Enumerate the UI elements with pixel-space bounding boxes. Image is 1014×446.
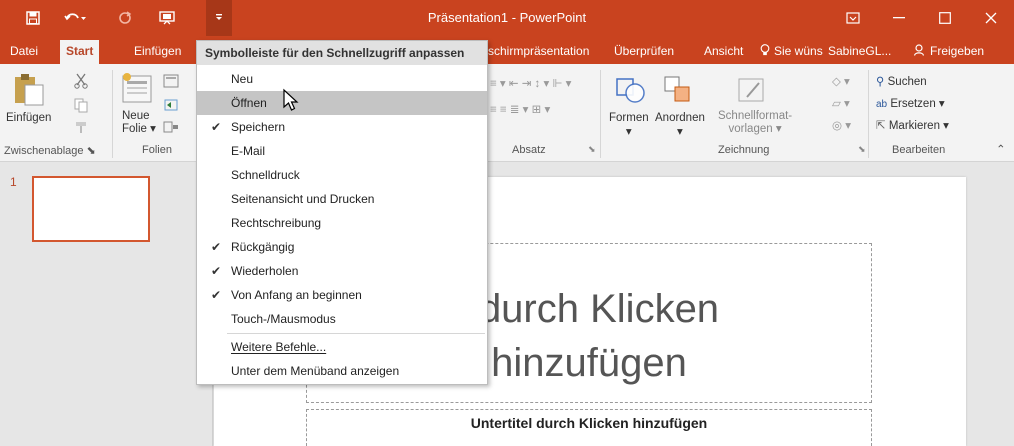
slide-thumbnail-number: 1 xyxy=(10,175,17,189)
paste-label[interactable]: Einfügen xyxy=(6,112,51,124)
maximize-icon[interactable] xyxy=(922,0,968,36)
ribbon-display-options-icon[interactable] xyxy=(830,0,876,36)
select-button[interactable]: ⇱ Markieren ▾ xyxy=(876,118,949,132)
group-separator xyxy=(868,70,869,158)
minimize-icon[interactable] xyxy=(876,0,922,36)
paragraph-row1-icons[interactable]: ≡ ▾ ⇤ ⇥ ↕ ▾ ⊩ ▾ xyxy=(490,76,571,90)
replace-button[interactable]: ab Ersetzen ▾ xyxy=(876,96,945,110)
shape-effects-icon[interactable]: ◎ ▾ xyxy=(832,118,851,132)
menu-item-more-commands[interactable]: Weitere Befehle... xyxy=(197,335,487,359)
menu-item-show-below-ribbon[interactable]: Unter dem Menüband anzeigen xyxy=(197,359,487,383)
menu-item-start-from-beginning[interactable]: ✔ Von Anfang an beginnen xyxy=(197,283,487,307)
tab-file[interactable]: Datei xyxy=(4,40,44,64)
format-painter-icon[interactable] xyxy=(72,118,90,136)
menu-item-redo[interactable]: ✔ Wiederholen xyxy=(197,259,487,283)
drawing-dialog-launcher[interactable]: ⬊ xyxy=(858,144,866,155)
tell-me-label: Sie wüns xyxy=(774,44,823,58)
group-editing-label: Bearbeiten xyxy=(892,144,946,156)
section-icon[interactable] xyxy=(162,118,180,136)
paragraph-dialog-launcher[interactable]: ⬊ xyxy=(588,144,596,155)
search-icon: ⚲ xyxy=(876,76,885,88)
tab-view[interactable]: Ansicht xyxy=(698,40,749,64)
menu-item-print-preview[interactable]: Seitenansicht und Drucken xyxy=(197,187,487,211)
group-separator xyxy=(112,70,113,158)
tab-insert[interactable]: Einfügen xyxy=(128,40,187,64)
replace-icon: ab xyxy=(876,99,888,110)
menu-item-quick-print[interactable]: Schnelldruck xyxy=(197,163,487,187)
cut-icon[interactable] xyxy=(72,72,90,90)
arrange-label[interactable]: Anordnen ▾ xyxy=(655,112,705,138)
undo-icon[interactable] xyxy=(64,8,86,28)
tell-me-box[interactable]: Sie wüns xyxy=(754,40,829,64)
quick-styles-label[interactable]: Schnellformat-vorlagen ▾ xyxy=(718,110,792,136)
group-paragraph-label: Absatz xyxy=(512,144,546,156)
ribbon: Einfügen Zwischenablage ⬊ Neue Folie ▾ Fo… xyxy=(0,64,1014,162)
lightbulb-icon xyxy=(760,41,770,63)
redo-icon[interactable] xyxy=(114,8,136,28)
layout-icon[interactable] xyxy=(162,72,180,90)
shapes-icon[interactable] xyxy=(612,72,648,108)
share-label: Freigeben xyxy=(930,44,985,58)
menu-item-email[interactable]: E-Mail xyxy=(197,139,487,163)
menu-item-new[interactable]: Neu xyxy=(197,67,487,91)
menu-separator xyxy=(227,333,485,334)
ribbon-tabs: Datei Start Einfügen schirmpräsentation … xyxy=(0,36,1014,64)
menu-header: Symbolleiste für den Schnellzugriff anpa… xyxy=(197,41,487,65)
find-button[interactable]: ⚲ Suchen xyxy=(876,74,927,88)
select-icon: ⇱ xyxy=(876,120,886,132)
subtitle-placeholder[interactable]: Untertitel durch Klicken hinzufügen xyxy=(306,409,872,446)
group-drawing-label: Zeichnung xyxy=(718,144,770,156)
slide-thumbnail[interactable] xyxy=(32,176,150,242)
menu-item-undo[interactable]: ✔ Rückgängig xyxy=(197,235,487,259)
share-button[interactable]: Freigeben xyxy=(908,40,990,64)
mouse-pointer-icon xyxy=(282,88,302,112)
paragraph-row2-icons[interactable]: ≡ ≡ ≣ ▾ ⊞ ▾ xyxy=(490,102,550,116)
shape-fill-icon[interactable]: ◇ ▾ xyxy=(832,74,850,88)
paste-icon[interactable] xyxy=(8,70,48,108)
user-account[interactable]: SabineGL... xyxy=(822,40,897,64)
tab-start[interactable]: Start xyxy=(60,40,100,64)
new-slide-icon[interactable] xyxy=(120,70,154,108)
reset-icon[interactable] xyxy=(162,96,180,114)
group-clipboard-label: Zwischenablage ⬊ xyxy=(4,145,96,157)
tab-review[interactable]: Überprüfen xyxy=(608,40,680,64)
tab-slideshow[interactable]: schirmpräsentation xyxy=(482,40,595,64)
person-icon xyxy=(913,41,926,63)
subtitle-placeholder-text: Untertitel durch Klicken hinzufügen xyxy=(470,415,708,431)
close-icon[interactable] xyxy=(968,0,1014,36)
customize-qat-menu: Symbolleiste für den Schnellzugriff anpa… xyxy=(196,40,488,385)
customize-qat-button[interactable] xyxy=(206,0,232,36)
menu-item-save[interactable]: ✔ Speichern xyxy=(197,115,487,139)
shape-outline-icon[interactable]: ▱ ▾ xyxy=(832,96,850,110)
arrange-icon[interactable] xyxy=(660,72,696,108)
group-slides-label: Folien xyxy=(142,144,172,156)
new-slide-label[interactable]: Neue Folie ▾ xyxy=(122,110,156,136)
save-icon[interactable] xyxy=(22,8,44,28)
start-from-beginning-icon[interactable] xyxy=(156,8,178,28)
checkmark-icon: ✔ xyxy=(210,288,222,302)
checkmark-icon: ✔ xyxy=(210,240,222,254)
checkmark-icon: ✔ xyxy=(210,120,222,134)
menu-item-open[interactable]: Öffnen xyxy=(197,91,487,115)
title-bar: Präsentation1 - PowerPoint xyxy=(0,0,1014,36)
slide-thumbnails-pane: 1 xyxy=(0,163,213,446)
customize-icon xyxy=(214,12,224,25)
quick-styles-icon[interactable] xyxy=(734,72,770,108)
copy-icon[interactable] xyxy=(72,96,90,114)
shapes-label[interactable]: Formen ▾ xyxy=(609,112,649,138)
menu-item-touch-mode[interactable]: Touch-/Mausmodus xyxy=(197,307,487,331)
menu-item-spelling[interactable]: Rechtschreibung xyxy=(197,211,487,235)
group-separator xyxy=(600,70,601,158)
collapse-ribbon-icon[interactable]: ⌃ xyxy=(996,142,1006,156)
checkmark-icon: ✔ xyxy=(210,264,222,278)
